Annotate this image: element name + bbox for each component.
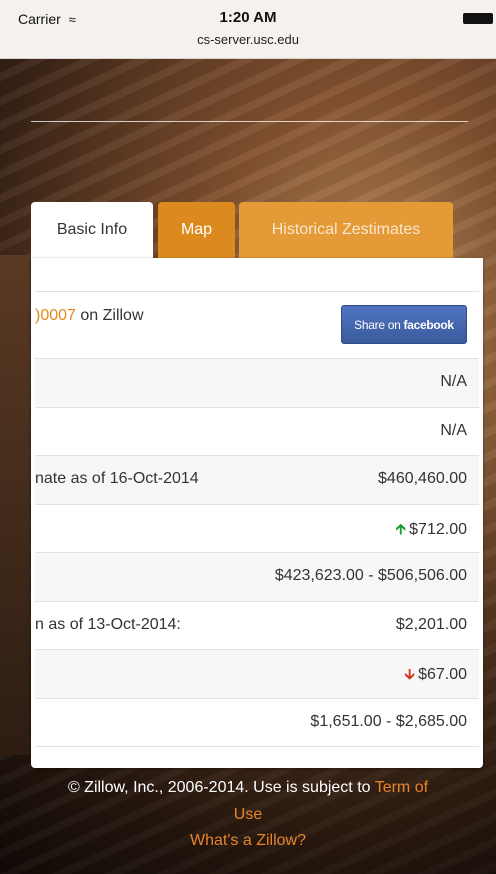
address-url[interactable]: cs-server.usc.edu: [0, 32, 496, 47]
property-link[interactable]: )0007 on Zillow: [35, 307, 144, 325]
table-row: nate as of 16-Oct-2014 $460,460.00: [35, 456, 479, 505]
tab-basic-info[interactable]: Basic Info: [31, 202, 153, 258]
table-row: 🡱 $712.00: [35, 505, 479, 553]
status-time: 1:20 AM: [219, 9, 277, 26]
footer-whats-zillow: What's a Zillow?: [0, 832, 496, 850]
footer-terms-continued: Use: [0, 806, 496, 824]
share-on-facebook-button[interactable]: Share on facebook: [341, 305, 467, 344]
header-divider: [31, 121, 468, 122]
status-bar: Carrier ≈ 1:20 AM cs-server.usc.edu: [0, 0, 496, 59]
battery-icon: [463, 13, 493, 24]
table-row: $1,651.00 - $2,685.00: [35, 699, 479, 747]
arrow-up-icon: 🡱: [395, 521, 407, 538]
table-row: $423,623.00 - $506,506.00: [35, 553, 479, 602]
terms-of-use-link-continued[interactable]: Use: [234, 806, 262, 823]
table-row: 🡳 $67.00: [35, 650, 479, 699]
table-row: N/A: [35, 359, 479, 408]
table-row: n as of 13-Oct-2014: $2,201.00: [35, 602, 479, 650]
panel-top-row: [35, 258, 479, 292]
tab-historical-zestimates[interactable]: Historical Zestimates: [239, 202, 453, 258]
footer-copyright: © Zillow, Inc., 2006-2014. Use is subjec…: [67, 779, 429, 796]
terms-of-use-link[interactable]: Term of: [375, 779, 428, 796]
whats-a-zillow-link[interactable]: What's a Zillow?: [190, 832, 306, 849]
tab-map[interactable]: Map: [158, 202, 235, 258]
property-header-row: )0007 on Zillow Share on facebook: [35, 292, 479, 359]
arrow-down-icon: 🡳: [404, 666, 416, 683]
basic-info-panel: )0007 on Zillow Share on facebook N/A N/…: [31, 258, 483, 768]
table-row: N/A: [35, 408, 479, 456]
